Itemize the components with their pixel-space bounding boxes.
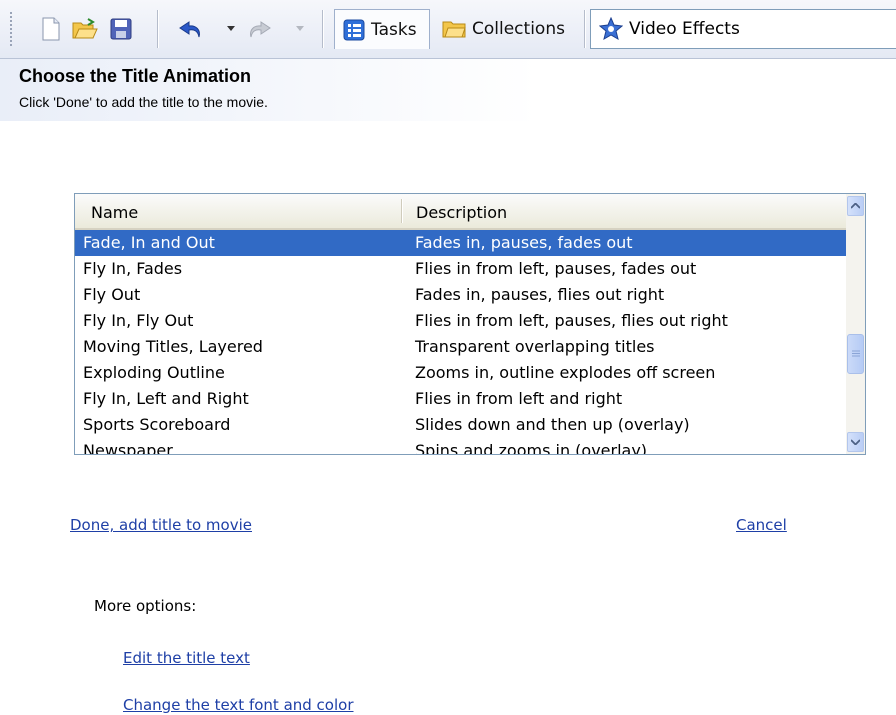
chevron-up-icon: [851, 203, 860, 209]
list-item-description: Flies in from left, pauses, fades out: [415, 259, 697, 278]
collections-dropdown[interactable]: Video Effects: [590, 9, 896, 49]
list-item-name: Fly Out: [83, 285, 141, 304]
list-rows: Fade, In and Out Fades in, pauses, fades…: [75, 230, 849, 455]
list-item-description: Transparent overlapping titles: [415, 337, 655, 356]
chevron-down-icon: [851, 439, 860, 445]
list-item-name: Fly In, Fades: [83, 259, 183, 278]
list-header: Name Description: [75, 194, 846, 230]
scroll-thumb[interactable]: [847, 334, 864, 374]
collections-dropdown-value: Video Effects: [629, 19, 740, 39]
list-item-description: Zooms in, outline explodes off screen: [415, 363, 716, 382]
scroll-down-button[interactable]: [847, 432, 864, 452]
tab-collections-label: Collections: [472, 19, 565, 39]
grip-lines-icon: [851, 350, 860, 357]
more-options-label: More options:: [94, 597, 197, 615]
toolbar-grip[interactable]: [10, 12, 12, 46]
toolbar: Tasks Collections Video Effects: [0, 0, 896, 59]
redo-dropdown-icon[interactable]: [293, 12, 307, 46]
scroll-up-button[interactable]: [847, 196, 864, 216]
cancel-link[interactable]: Cancel: [736, 516, 787, 534]
list-item-description: Flies in from left and right: [415, 389, 623, 408]
list-item[interactable]: Fly In, Fly Out Flies in from left, paus…: [75, 308, 846, 334]
list-item-description: Flies in from left, pauses, flies out ri…: [415, 311, 728, 330]
redo-icon[interactable]: [244, 12, 274, 46]
page-subtitle: Click 'Done' to add the title to the mov…: [19, 94, 268, 110]
list-item[interactable]: Newspaper Spins and zooms in (overlay): [75, 438, 846, 455]
list-item-description: Slides down and then up (overlay): [415, 415, 690, 434]
new-project-icon[interactable]: [36, 12, 66, 46]
tab-collections[interactable]: Collections: [438, 9, 580, 49]
list-item[interactable]: Fly In, Left and Right Flies in from lef…: [75, 386, 846, 412]
list-item[interactable]: Fly Out Fades in, pauses, flies out righ…: [75, 282, 846, 308]
list-scrollbar[interactable]: [846, 194, 865, 454]
change-font-color-link[interactable]: Change the text font and color: [123, 696, 354, 714]
list-item[interactable]: Sports Scoreboard Slides down and then u…: [75, 412, 846, 438]
column-header-name[interactable]: Name: [91, 203, 138, 222]
list-item-description: Spins and zooms in (overlay): [415, 441, 648, 455]
list-item[interactable]: Exploding Outline Zooms in, outline expl…: [75, 360, 846, 386]
done-add-title-link[interactable]: Done, add title to movie: [70, 516, 252, 534]
list-item-description: Fades in, pauses, flies out right: [415, 285, 665, 304]
column-header-description[interactable]: Description: [416, 203, 507, 222]
list-item[interactable]: Fade, In and Out Fades in, pauses, fades…: [75, 230, 849, 256]
list-item-name: Fly In, Fly Out: [83, 311, 194, 330]
list-item-name: Sports Scoreboard: [83, 415, 231, 434]
list-item[interactable]: Moving Titles, Layered Transparent overl…: [75, 334, 846, 360]
undo-icon[interactable]: [176, 12, 206, 46]
tab-tasks[interactable]: Tasks: [334, 9, 430, 49]
list-item-description: Fades in, pauses, fades out: [415, 233, 633, 252]
list-item-name: Fade, In and Out: [83, 233, 215, 252]
list-item-name: Newspaper: [83, 441, 173, 455]
save-project-icon[interactable]: [106, 12, 136, 46]
list-item[interactable]: Fly In, Fades Flies in from left, pauses…: [75, 256, 846, 282]
list-item-name: Fly In, Left and Right: [83, 389, 249, 408]
tab-tasks-label: Tasks: [371, 19, 417, 40]
video-effects-icon: [599, 17, 623, 41]
open-project-icon[interactable]: [70, 12, 100, 46]
animation-list[interactable]: Name Description Fade, In and Out Fades …: [74, 193, 866, 455]
list-item-name: Exploding Outline: [83, 363, 225, 382]
edit-title-text-link[interactable]: Edit the title text: [123, 649, 250, 667]
tasks-icon: [343, 19, 365, 41]
list-item-name: Moving Titles, Layered: [83, 337, 263, 356]
undo-dropdown-icon[interactable]: [224, 12, 238, 46]
folder-icon: [442, 19, 466, 39]
page-title: Choose the Title Animation: [19, 66, 252, 86]
